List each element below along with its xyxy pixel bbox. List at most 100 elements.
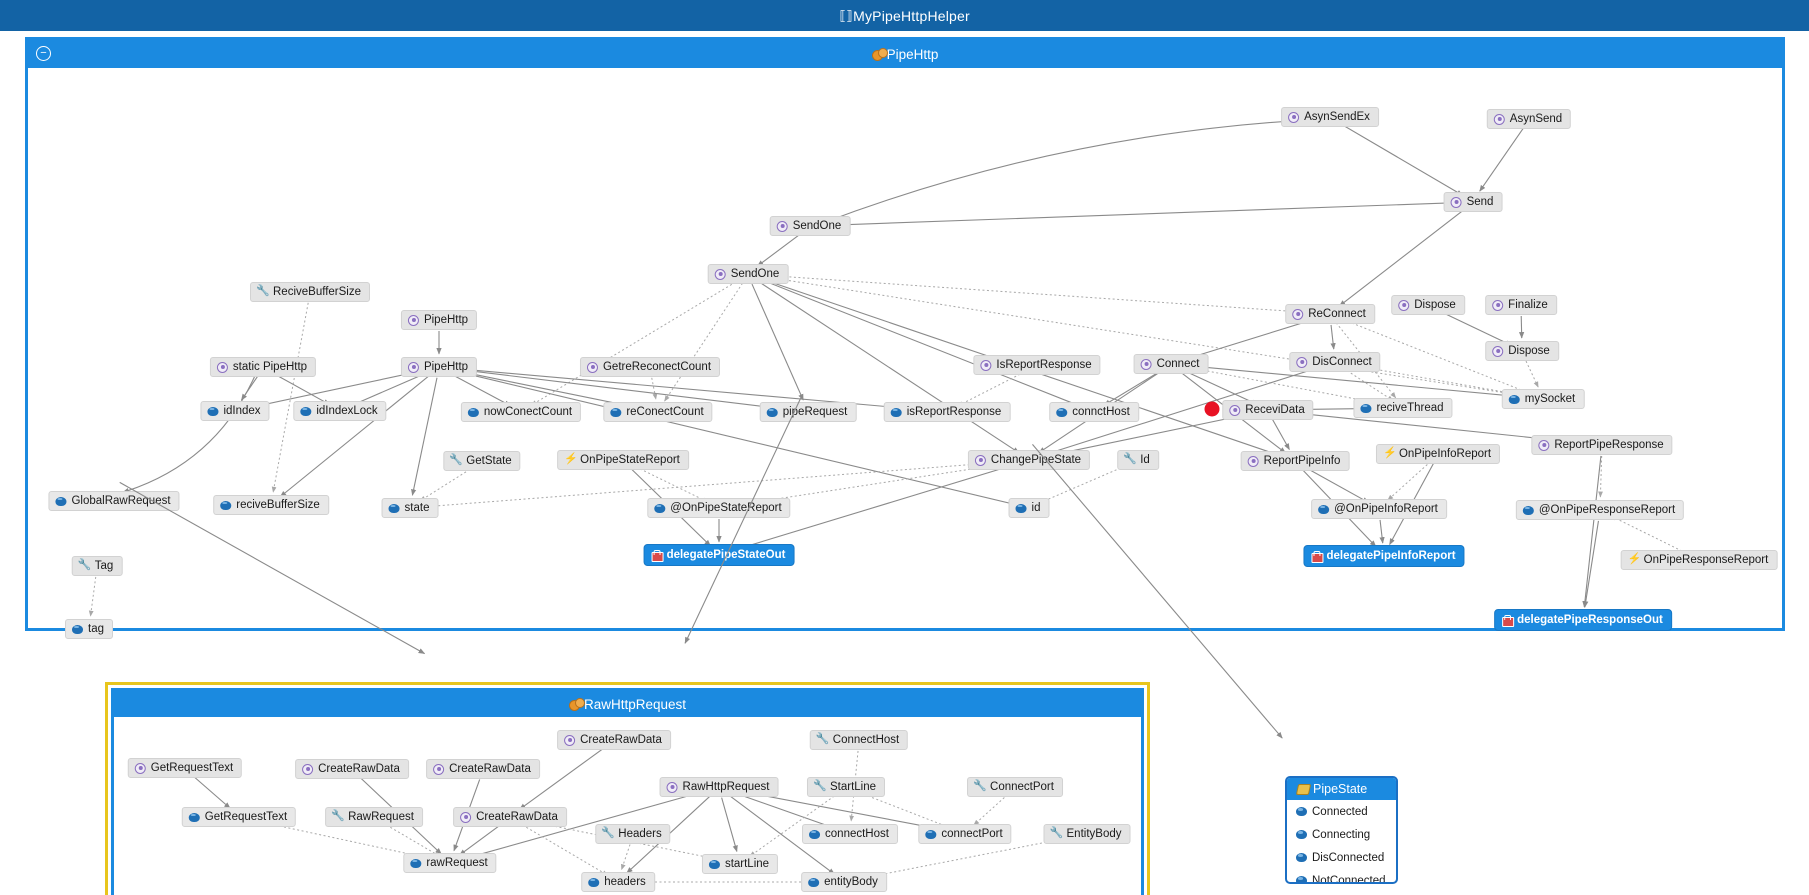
field-icon [410,858,422,869]
graph-node-label: state [404,502,430,514]
method-icon [1398,299,1410,311]
graph-node-recivebuffersize_f[interactable]: reciveBufferSize [213,495,329,515]
enum-pipestate[interactable]: PipeState Connected Connecting DisConnecte… [1285,776,1398,884]
graph-node-reportpipeinfo[interactable]: ReportPipeInfo [1240,451,1350,471]
graph-node-createrawdata_d[interactable]: CreateRawData [453,807,567,827]
graph-node-dispose_b[interactable]: Dispose [1485,341,1559,361]
graph-node-disconnect[interactable]: DisConnect [1289,352,1381,372]
graph-node-state[interactable]: state [381,498,439,518]
field-icon [610,407,622,418]
graph-node-connect[interactable]: Connect [1133,354,1209,374]
graph-node-pipehttp_ctor_a[interactable]: PipeHttp [400,310,478,330]
namespace-titlebar: ⟦⟧ MyPipeHttpHelper [0,0,1809,31]
graph-node-label: ConnectPort [990,781,1054,793]
graph-node-mysocket[interactable]: mySocket [1501,389,1585,409]
graph-node-label: OnPipeStateReport [580,454,680,466]
group-pipehttp-header[interactable]: − PipeHttp [28,40,1782,68]
field-icon [220,500,232,511]
graph-node-onpipeinforeport_e[interactable]: OnPipeInfoReport [1375,444,1501,464]
enum-member-label: Connected [1312,805,1368,818]
event-icon [1628,552,1642,566]
graph-node-delegatepiperesponseout[interactable]: delegatePipeResponseOut [1494,609,1672,631]
graph-node-startline_f[interactable]: startLine [701,854,779,874]
graph-node-static_pipehttp[interactable]: static PipeHttp [209,357,317,377]
graph-node-rawhttprequest_m[interactable]: RawHttpRequest [659,777,779,797]
graph-node-createrawdata_b[interactable]: CreateRawData [295,759,409,779]
graph-node-globalrawrequest[interactable]: GlobalRawRequest [48,491,180,511]
graph-node-pipehttp_ctor_b[interactable]: PipeHttp [400,357,478,377]
method-icon [980,359,992,371]
graph-node-label: GetState [466,455,512,467]
graph-node-getrequesttext_m[interactable]: GetRequestText [127,758,243,778]
graph-node-recivebuffersize[interactable]: ReciveBufferSize [250,282,370,302]
graph-node-createrawdata_c[interactable]: CreateRawData [426,759,540,779]
method-icon [302,763,314,775]
graph-node-connecthost_f[interactable]: connectHost [802,824,898,844]
graph-node-connecthost_p[interactable]: ConnectHost [809,730,909,750]
group-pipehttp[interactable]: − PipeHttp AsynSendEx AsynSend Send SendOne… [25,37,1785,639]
enum-member-icon [1296,852,1307,863]
graph-node-nowconectcount[interactable]: nowConectCount [460,402,582,422]
graph-node-at_onpipestatereport[interactable]: @OnPipeStateReport [647,498,791,518]
group-rawhttprequest-header[interactable]: RawHttpRequest [114,691,1141,717]
graph-node-piperequest[interactable]: pipeRequest [759,402,857,422]
graph-node-tag_p[interactable]: Tag [71,556,123,576]
graph-node-isreportresponse_m[interactable]: IsReportResponse [973,355,1101,375]
property-icon [813,779,827,793]
graph-node-idindexlock[interactable]: idIndexLock [293,401,387,421]
graph-node-reconnect[interactable]: ReConnect [1285,304,1375,324]
graph-node-finalize[interactable]: Finalize [1485,295,1557,315]
graph-node-tag_f[interactable]: tag [65,619,113,639]
graph-node-asynsendex[interactable]: AsynSendEx [1281,107,1379,127]
graph-node-rawrequest_m[interactable]: RawRequest [325,807,423,827]
graph-node-delegatepipestateout[interactable]: delegatePipeStateOut [643,544,795,566]
graph-node-onpipestatereport_e[interactable]: OnPipeStateReport [557,450,689,470]
graph-node-recevidata[interactable]: ReceviData [1222,400,1314,420]
graph-node-connectport_p[interactable]: ConnectPort [967,777,1063,797]
graph-node-asynsend[interactable]: AsynSend [1486,109,1572,129]
enum-member[interactable]: NotConnected [1287,869,1396,882]
graph-node-reconectcount[interactable]: reConectCount [603,402,713,422]
graph-node-createrawdata_a[interactable]: CreateRawData [557,730,671,750]
graph-node-delegatepipeinforeport[interactable]: delegatePipeInfoReport [1303,545,1465,567]
group-rawhttprequest[interactable]: RawHttpRequest CreateRawData ConnectHost G… [105,682,1150,895]
graph-node-id_f[interactable]: id [1008,498,1050,518]
graph-node-send[interactable]: Send [1443,192,1503,212]
graph-node-entitybody_p[interactable]: EntityBody [1043,824,1131,844]
graph-node-onpiperesponsereport_e[interactable]: OnPipeResponseReport [1620,550,1778,570]
graph-node-rawrequest_f[interactable]: rawRequest [403,853,497,873]
graph-node-startline_p[interactable]: StartLine [806,777,886,797]
graph-node-at_onpipeinforeport[interactable]: @OnPipeInfoReport [1311,499,1447,519]
event-icon [564,452,578,466]
graph-node-idindex[interactable]: idIndex [200,401,270,421]
graph-node-id_m[interactable]: Id [1117,450,1159,470]
graph-node-getreconectcount[interactable]: GetreReconectCount [579,357,721,377]
graph-node-sendone_b[interactable]: SendOne [707,264,789,284]
graph-node-entitybody_f[interactable]: entityBody [801,872,887,892]
graph-node-headers_p[interactable]: Headers [595,824,671,844]
enum-member[interactable]: DisConnected [1287,846,1396,869]
graph-node-sendone_a[interactable]: SendOne [769,216,851,236]
graph-node-label: headers [604,876,646,888]
graph-node-isreportresponse_f[interactable]: isReportResponse [883,402,1011,422]
property-icon [256,284,270,298]
graph-node-headers_f[interactable]: headers [581,872,655,892]
field-icon [1318,504,1330,515]
enum-member[interactable]: Connecting [1287,823,1396,846]
graph-node-reportpiperesponse[interactable]: ReportPipeResponse [1531,435,1673,455]
graph-node-dispose_a[interactable]: Dispose [1391,295,1465,315]
graph-node-changepipestate[interactable]: ChangePipeState [967,450,1091,470]
method-icon [1292,308,1304,320]
enum-member[interactable]: Connected [1287,800,1396,823]
graph-node-label: Dispose [1414,299,1456,311]
graph-node-at_onpiperesponsereport[interactable]: @OnPipeResponseReport [1515,500,1685,520]
graph-node-connectport_f[interactable]: connectPort [918,824,1012,844]
graph-node-recivethread[interactable]: reciveThread [1353,398,1453,418]
property-icon [78,558,92,572]
graph-node-label: GetreReconectCount [602,361,712,373]
graph-node-getstate[interactable]: GetState [443,451,521,471]
breakpoint-marker[interactable] [1204,401,1220,417]
collapse-icon[interactable]: − [36,46,51,61]
graph-node-getrequesttext_f[interactable]: GetRequestText [181,807,297,827]
graph-node-conncthost[interactable]: connctHost [1049,402,1139,422]
